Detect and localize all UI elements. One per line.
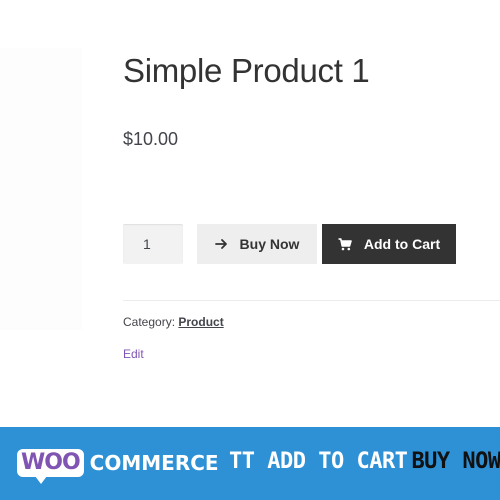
- logo-commerce-text: COMMERCE: [89, 451, 219, 475]
- woo-badge: WOO: [17, 449, 84, 484]
- edit-link[interactable]: Edit: [123, 347, 144, 361]
- product-title: Simple Product 1: [123, 52, 370, 89]
- banner-headline-accent: BUY NOW: [411, 449, 500, 474]
- buy-now-label: Buy Now: [239, 236, 300, 252]
- product-image: [0, 48, 82, 330]
- buy-now-button[interactable]: Buy Now: [197, 224, 317, 264]
- arrow-right-icon: [214, 238, 228, 250]
- banner-headline: TT ADD TO CART BUY NOW: [229, 451, 500, 473]
- logo-woo-text: WOO: [21, 450, 81, 475]
- add-to-cart-button[interactable]: Add to Cart: [322, 224, 456, 264]
- category-label: Category:: [123, 315, 176, 329]
- quantity-input[interactable]: [123, 224, 183, 264]
- badge-tail: [35, 476, 47, 484]
- promo-banner: WOO COMMERCE TT ADD TO CART BUY NOW: [0, 427, 500, 500]
- cart-icon: [338, 237, 352, 251]
- divider: [123, 300, 500, 301]
- product-meta: Category: Product: [123, 315, 224, 329]
- product-price: $10.00: [123, 129, 179, 149]
- banner-headline-main: TT ADD TO CART: [229, 449, 408, 474]
- add-to-cart-label: Add to Cart: [363, 236, 441, 252]
- woocommerce-logo: WOO COMMERCE: [17, 449, 219, 484]
- category-link[interactable]: Product: [178, 315, 223, 329]
